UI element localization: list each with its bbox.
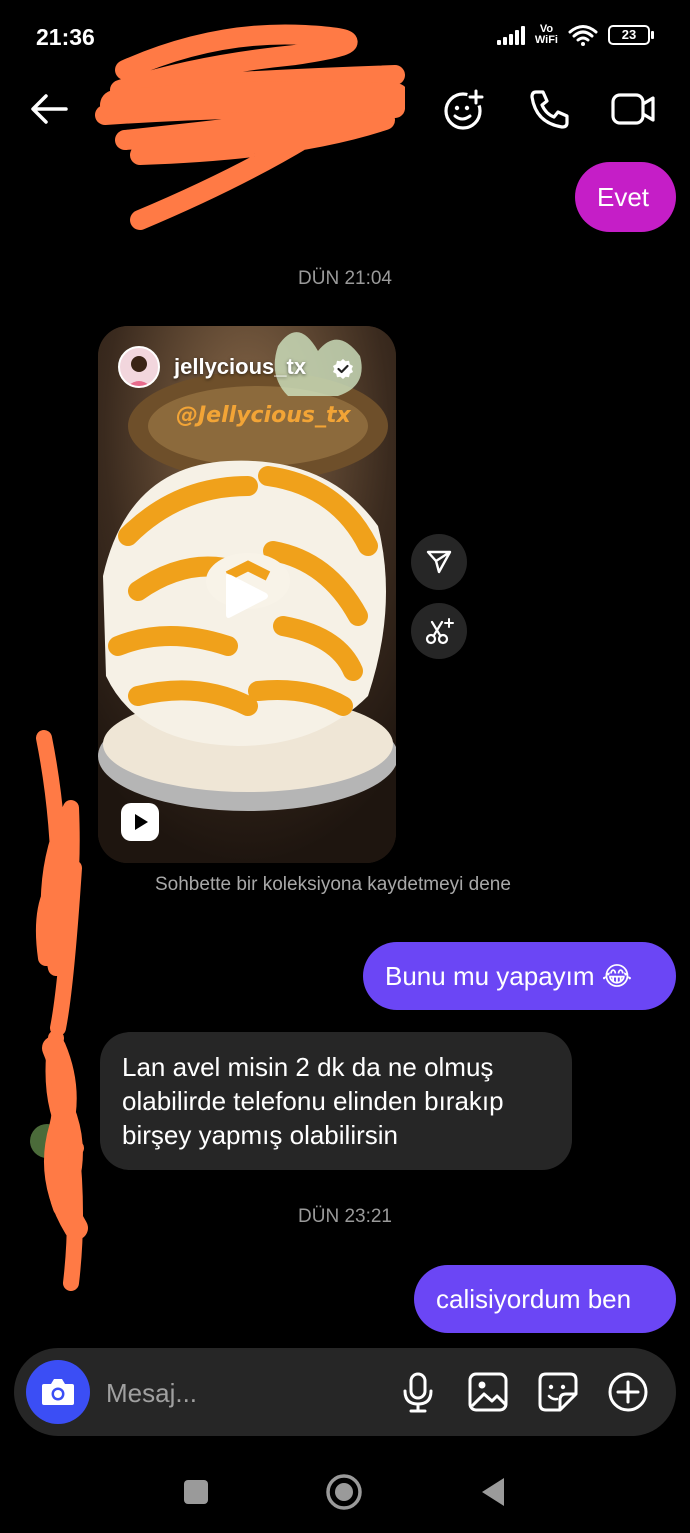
camera-button[interactable] xyxy=(26,1360,90,1424)
shared-reel-card[interactable]: @Jellycious_tx jellycious_tx xyxy=(98,326,396,863)
add-effect-icon[interactable] xyxy=(442,86,488,132)
sticker-icon[interactable] xyxy=(536,1370,580,1414)
remix-reel-button[interactable] xyxy=(411,603,467,659)
share-reel-button[interactable] xyxy=(411,534,467,590)
scissors-sparkle-icon xyxy=(425,618,454,645)
arrow-left-icon[interactable] xyxy=(26,86,72,132)
message-input[interactable] xyxy=(106,1376,376,1410)
verified-badge-icon xyxy=(333,359,353,379)
vowifi-label: Vo WiFi xyxy=(535,24,558,46)
phone-icon[interactable] xyxy=(526,86,572,132)
message-text: Lan avel misin 2 dk da ne olmuş olabilir… xyxy=(122,1052,504,1150)
microphone-icon[interactable] xyxy=(396,1370,440,1414)
reels-icon xyxy=(121,803,159,841)
status-icons: Vo WiFi 23 xyxy=(496,24,654,46)
message-timestamp: DÜN 21:04 xyxy=(298,268,392,289)
home-icon[interactable] xyxy=(322,1470,366,1514)
reel-watermark: @Jellycious_tx xyxy=(176,403,351,428)
received-message-bubble[interactable]: Lan avel misin 2 dk da ne olmuş olabilir… xyxy=(100,1032,572,1170)
recent-apps-icon[interactable] xyxy=(174,1470,218,1514)
sent-message-bubble[interactable]: Bunu mu yapayım 😂 xyxy=(363,942,676,1010)
redaction-scribble xyxy=(95,24,405,230)
camera-icon xyxy=(42,1379,74,1405)
message-text: calisiyordum ben xyxy=(436,1284,632,1314)
send-icon xyxy=(426,550,452,574)
vowifi-bottom: WiFi xyxy=(534,34,558,46)
message-text: Bunu mu yapayım 😂 xyxy=(385,961,633,991)
message-composer xyxy=(14,1348,676,1436)
message-timestamp: DÜN 23:21 xyxy=(298,1206,392,1227)
sent-message-bubble[interactable]: Evet xyxy=(575,162,676,232)
wifi-icon xyxy=(568,25,598,46)
signal-icon xyxy=(496,25,525,45)
reel-author-avatar xyxy=(118,346,160,388)
message-text: Evet xyxy=(597,182,650,212)
video-camera-icon[interactable] xyxy=(610,86,656,132)
back-triangle-icon[interactable] xyxy=(470,1470,514,1514)
gallery-icon[interactable] xyxy=(466,1370,510,1414)
status-time: 21:36 xyxy=(36,24,95,50)
save-collection-hint: Sohbette bir koleksiyona kaydetmeyi dene xyxy=(155,874,511,895)
reel-author-username[interactable]: jellycious_tx xyxy=(174,354,306,380)
add-circle-icon[interactable] xyxy=(606,1370,650,1414)
battery-icon: 23 xyxy=(608,25,654,45)
play-icon[interactable] xyxy=(222,570,270,622)
sent-message-bubble[interactable]: calisiyordum ben xyxy=(414,1265,676,1333)
